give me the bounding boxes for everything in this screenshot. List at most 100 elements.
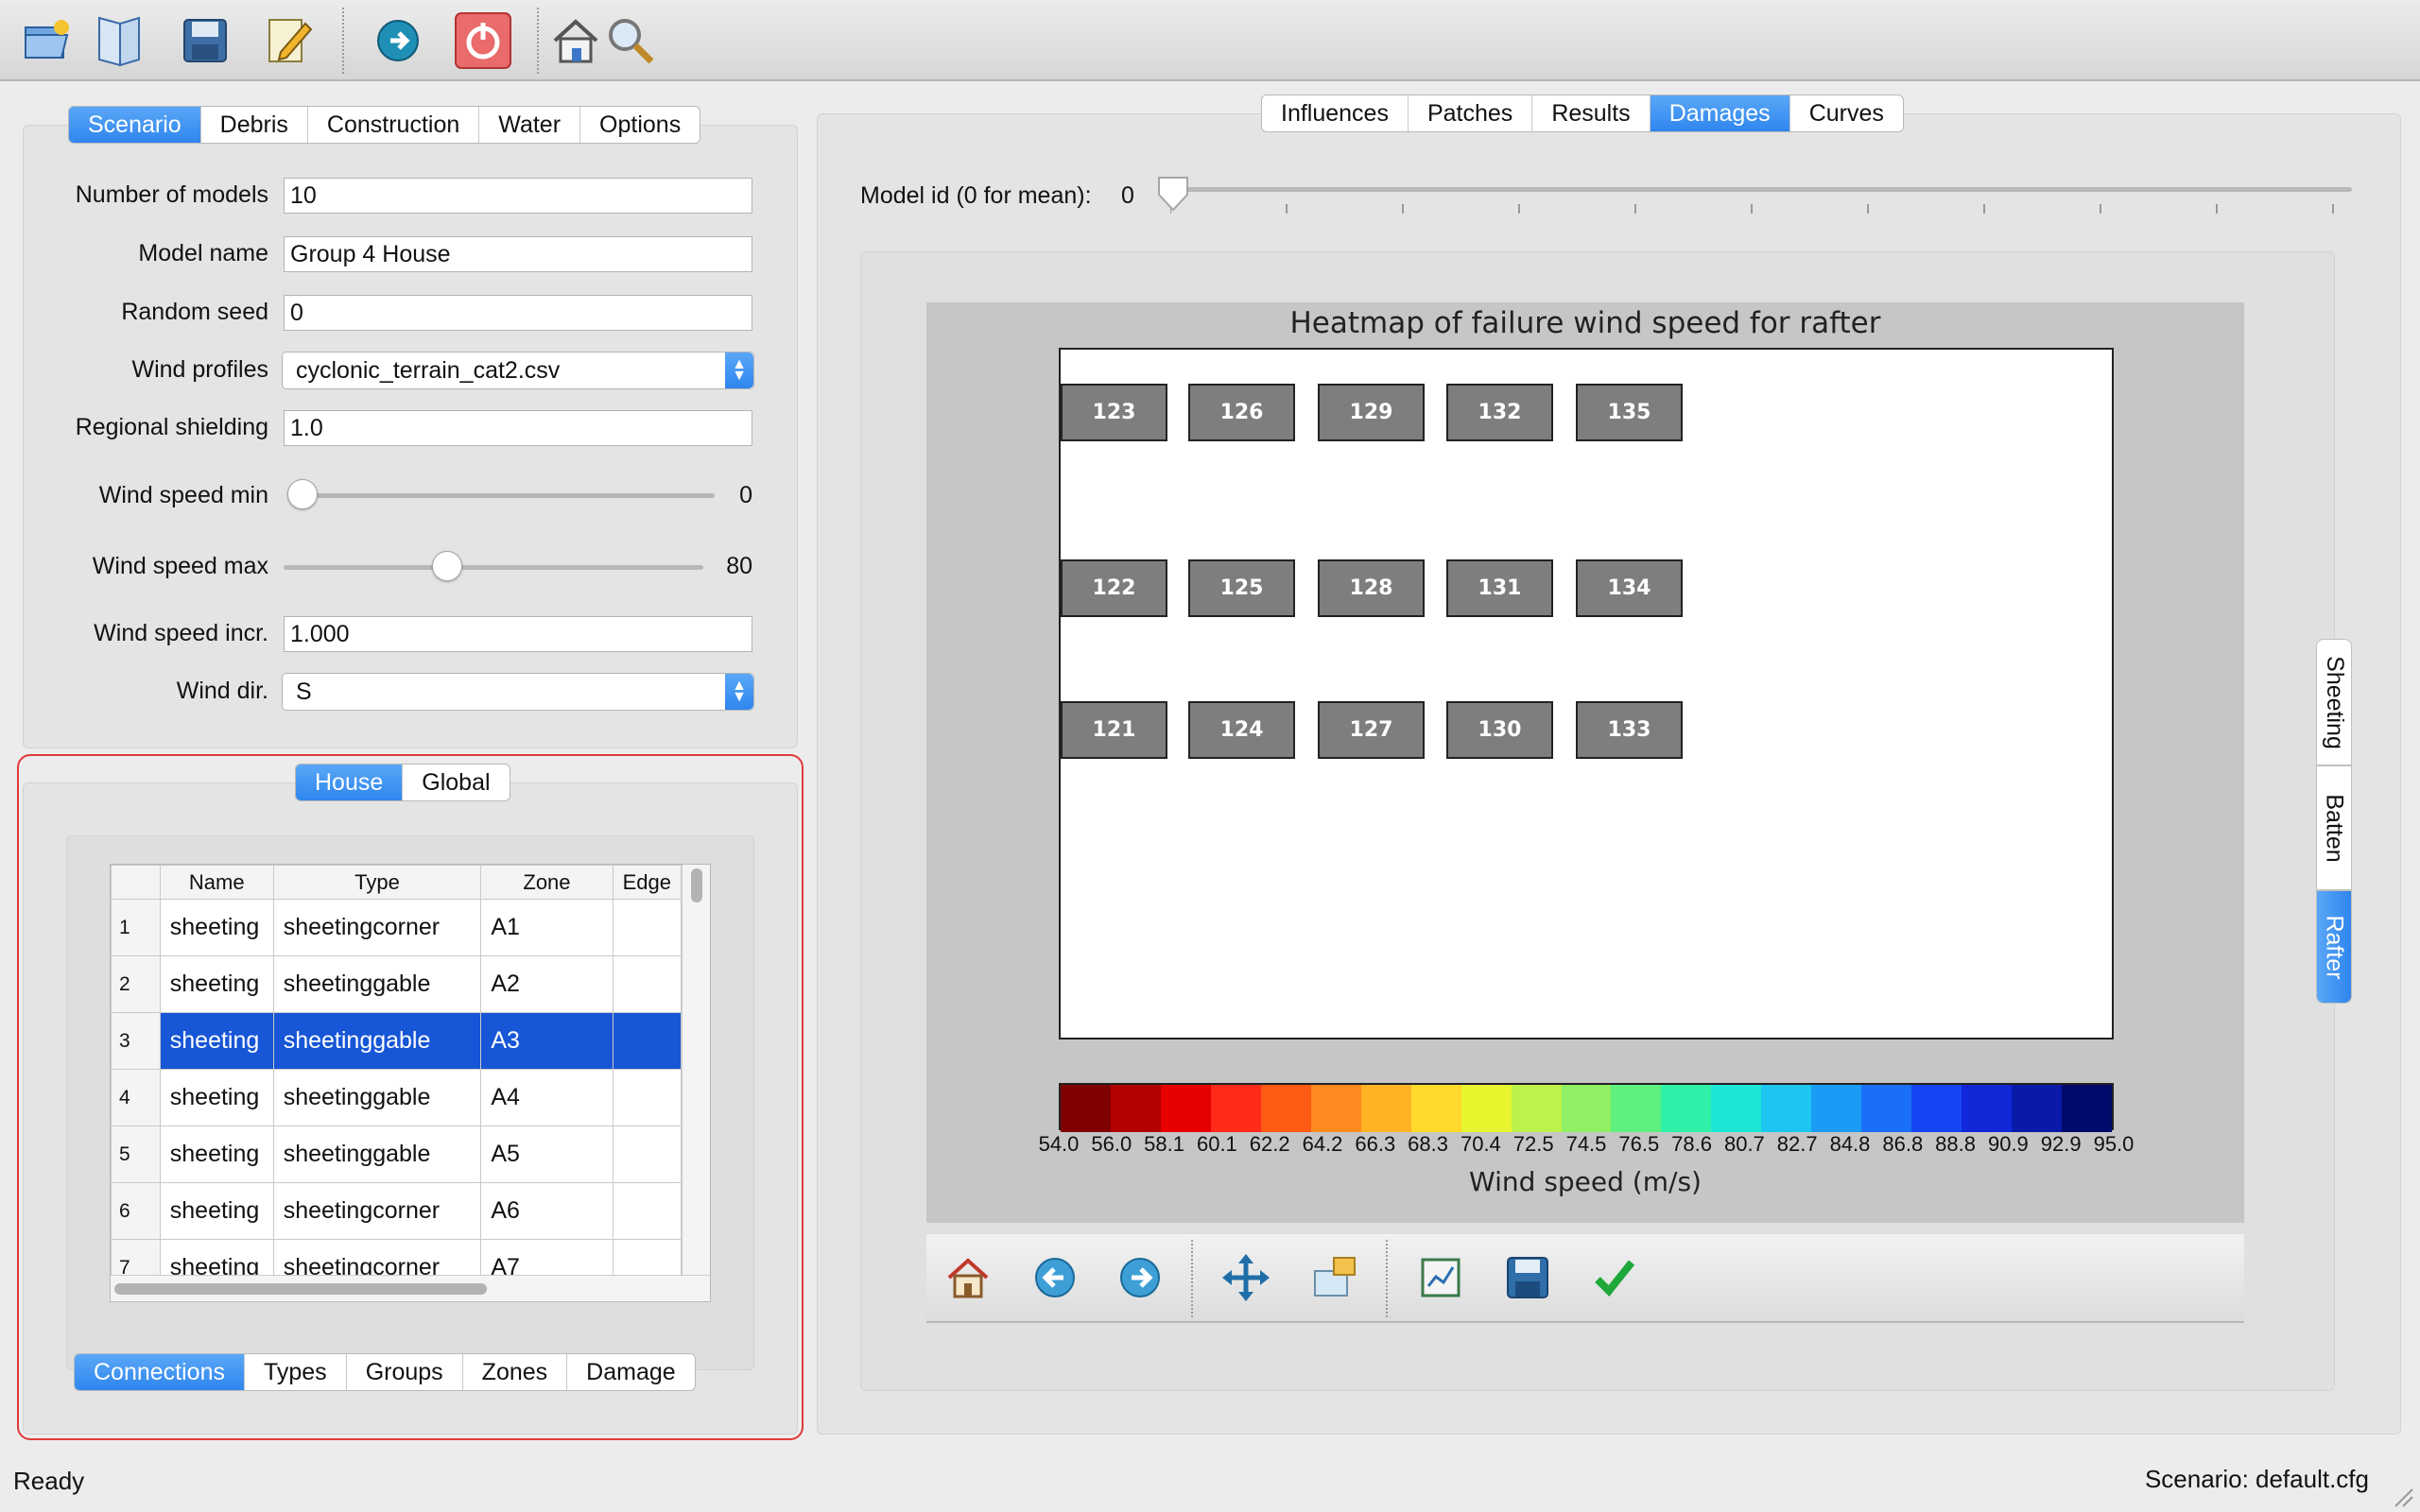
tab-scenario[interactable]: Scenario bbox=[69, 107, 201, 143]
scrollbar-thumb[interactable] bbox=[114, 1283, 487, 1295]
slider-knob[interactable] bbox=[1157, 176, 1189, 212]
side-tab-sheeting[interactable]: Sheeting bbox=[2316, 639, 2352, 765]
horizontal-scrollbar[interactable] bbox=[111, 1275, 710, 1301]
tab-debris[interactable]: Debris bbox=[201, 107, 308, 143]
cell-name[interactable]: sheeting bbox=[159, 1182, 274, 1240]
slider-track bbox=[284, 565, 703, 570]
pan-icon[interactable] bbox=[1219, 1251, 1272, 1304]
cell-edge[interactable] bbox=[612, 1125, 683, 1183]
cell-type[interactable]: sheetinggable bbox=[272, 1012, 482, 1070]
results-tab-bar: Influences Patches Results Damages Curve… bbox=[1261, 94, 1904, 132]
tab-results[interactable]: Results bbox=[1532, 95, 1651, 131]
cell-name[interactable]: sheeting bbox=[159, 955, 274, 1013]
open-folder-icon[interactable] bbox=[17, 8, 76, 74]
row-number: 3 bbox=[111, 1012, 161, 1070]
home-icon[interactable] bbox=[942, 1251, 994, 1304]
wind-speed-max-slider[interactable] bbox=[284, 551, 703, 584]
back-arrow-icon[interactable] bbox=[1028, 1251, 1081, 1304]
cell-type[interactable]: sheetinggable bbox=[272, 1069, 482, 1126]
colorbar-tick-label: 74.5 bbox=[1565, 1132, 1607, 1156]
table-row-selected[interactable]: 3 sheeting sheetinggable A3 bbox=[111, 1012, 683, 1070]
table-row[interactable]: 2 sheeting sheetinggable A2 bbox=[111, 955, 683, 1013]
cell-zone[interactable]: A5 bbox=[480, 1125, 614, 1183]
regional-shielding-input[interactable]: 1.0 bbox=[284, 410, 752, 446]
cell-zone[interactable]: A2 bbox=[480, 955, 614, 1013]
colorbar-cell bbox=[1511, 1085, 1562, 1132]
tab-types[interactable]: Types bbox=[245, 1354, 347, 1390]
tab-curves[interactable]: Curves bbox=[1790, 95, 1903, 131]
cell-type[interactable]: sheetinggable bbox=[272, 955, 482, 1013]
colorbar-tick-label: 70.4 bbox=[1460, 1132, 1501, 1156]
tab-zones[interactable]: Zones bbox=[463, 1354, 568, 1390]
zoom-icon[interactable] bbox=[1308, 1251, 1361, 1304]
connection-node-125: 125 bbox=[1188, 559, 1295, 617]
scrollbar-thumb[interactable] bbox=[691, 868, 702, 902]
resize-grip-icon[interactable] bbox=[2390, 1484, 2414, 1508]
cell-zone[interactable]: A1 bbox=[480, 899, 614, 956]
save-figure-icon[interactable] bbox=[1501, 1251, 1554, 1304]
connection-node-131: 131 bbox=[1446, 559, 1553, 617]
tab-construction[interactable]: Construction bbox=[308, 107, 480, 143]
table-row[interactable]: 1 sheeting sheetingcorner A1 bbox=[111, 899, 683, 956]
checkmark-icon[interactable] bbox=[1588, 1251, 1641, 1304]
colorbar-tick-label: 84.8 bbox=[1829, 1132, 1871, 1156]
column-header-zone[interactable]: Zone bbox=[480, 865, 614, 900]
tab-connections[interactable]: Connections bbox=[75, 1354, 245, 1390]
cell-name[interactable]: sheeting bbox=[159, 899, 274, 956]
table-row[interactable]: 4 sheeting sheetinggable A4 bbox=[111, 1069, 683, 1126]
model-id-slider[interactable] bbox=[1157, 176, 2352, 223]
tab-patches[interactable]: Patches bbox=[1409, 95, 1533, 131]
num-models-input[interactable]: 10 bbox=[284, 178, 752, 214]
cell-zone[interactable]: A6 bbox=[480, 1182, 614, 1240]
cell-name[interactable]: sheeting bbox=[159, 1012, 274, 1070]
cell-zone[interactable]: A3 bbox=[480, 1012, 614, 1070]
column-header-name[interactable]: Name bbox=[159, 865, 274, 900]
wind-dir-select[interactable]: S ▲ ▼ bbox=[282, 673, 754, 711]
cell-name[interactable]: sheeting bbox=[159, 1069, 274, 1126]
column-header-edge[interactable]: Edge bbox=[612, 865, 683, 900]
side-tab-rafter[interactable]: Rafter bbox=[2316, 890, 2352, 1004]
wind-speed-min-slider[interactable] bbox=[287, 479, 715, 512]
slider-knob[interactable] bbox=[431, 551, 462, 581]
model-name-label: Model name bbox=[138, 240, 268, 266]
random-seed-input[interactable]: 0 bbox=[284, 295, 752, 331]
tab-influences[interactable]: Influences bbox=[1262, 95, 1409, 131]
table-row[interactable]: 6 sheeting sheetingcorner A6 bbox=[111, 1182, 683, 1240]
cell-edge[interactable] bbox=[612, 955, 683, 1013]
vertical-scrollbar[interactable] bbox=[682, 865, 710, 1275]
wind-speed-incr-input[interactable]: 1.000 bbox=[284, 616, 752, 652]
cell-type[interactable]: sheetingcorner bbox=[272, 1182, 482, 1240]
home-icon[interactable] bbox=[546, 8, 605, 74]
tab-house[interactable]: House bbox=[296, 765, 404, 800]
cell-edge[interactable] bbox=[612, 1069, 683, 1126]
stop-icon[interactable] bbox=[454, 8, 512, 74]
cell-name[interactable]: sheeting bbox=[159, 1125, 274, 1183]
edit-icon[interactable] bbox=[259, 8, 318, 74]
table-row[interactable]: 5 sheeting sheetinggable A5 bbox=[111, 1125, 683, 1183]
model-name-input[interactable]: Group 4 House bbox=[284, 236, 752, 272]
cell-type[interactable]: sheetingcorner bbox=[272, 899, 482, 956]
tab-water[interactable]: Water bbox=[479, 107, 581, 143]
tab-damages[interactable]: Damages bbox=[1650, 95, 1790, 131]
wind-profiles-label: Wind profiles bbox=[131, 356, 269, 383]
cell-edge[interactable] bbox=[612, 1182, 683, 1240]
cell-zone[interactable]: A4 bbox=[480, 1069, 614, 1126]
subplots-icon[interactable] bbox=[1414, 1251, 1467, 1304]
tab-damage[interactable]: Damage bbox=[567, 1354, 695, 1390]
cell-type[interactable]: sheetinggable bbox=[272, 1125, 482, 1183]
side-tab-batten[interactable]: Batten bbox=[2316, 765, 2352, 890]
wind-profiles-select[interactable]: cyclonic_terrain_cat2.csv ▲ ▼ bbox=[282, 352, 754, 389]
tab-options[interactable]: Options bbox=[580, 107, 700, 143]
wind-speed-min-value: 0 bbox=[739, 482, 752, 508]
run-icon[interactable] bbox=[369, 8, 427, 74]
book-icon[interactable] bbox=[89, 8, 147, 74]
cell-edge[interactable] bbox=[612, 1012, 683, 1070]
cell-edge[interactable] bbox=[612, 899, 683, 956]
save-icon[interactable] bbox=[176, 8, 234, 74]
slider-knob[interactable] bbox=[287, 479, 318, 509]
column-header-type[interactable]: Type bbox=[272, 865, 482, 900]
tab-groups[interactable]: Groups bbox=[347, 1354, 463, 1390]
search-icon[interactable] bbox=[601, 8, 660, 74]
forward-arrow-icon[interactable] bbox=[1114, 1251, 1167, 1304]
tab-global[interactable]: Global bbox=[403, 765, 509, 800]
